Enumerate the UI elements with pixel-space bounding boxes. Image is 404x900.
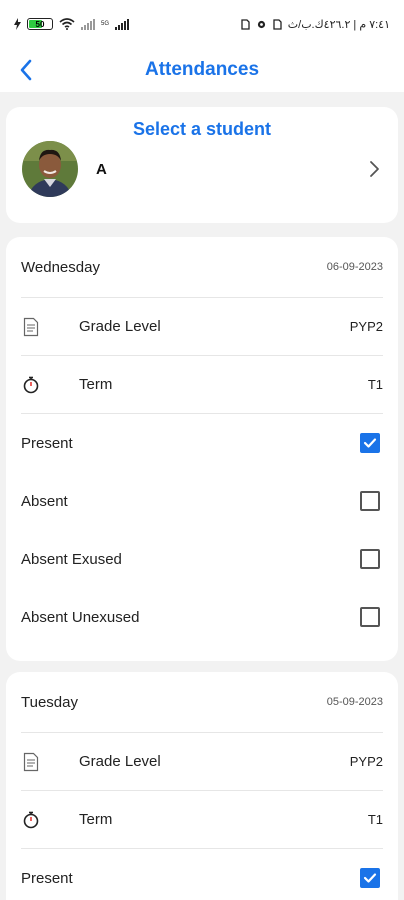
day-header: Wednesday 06-09-2023: [21, 237, 383, 298]
term-value: T1: [367, 812, 383, 827]
signal-icon-sim1: [81, 18, 95, 30]
sim-icon: [241, 18, 250, 30]
absent-unexcused-label: Absent Unexused: [21, 608, 140, 626]
grade-level-value: PYP2: [349, 319, 383, 334]
grade-level-row: Grade Level PYP2: [21, 733, 383, 791]
term-row: Term T1: [21, 791, 383, 849]
absent-option-row: Absent: [21, 472, 383, 530]
day-name: Tuesday: [21, 693, 78, 711]
back-button[interactable]: [12, 56, 40, 84]
sim-icon-2: [273, 18, 282, 30]
present-label: Present: [21, 869, 73, 887]
battery-level: 50: [35, 19, 45, 29]
stopwatch-icon: [21, 810, 41, 830]
status-time: ٧:٤١ م | ٤٢٦.٢ك.ب/ث: [287, 18, 390, 31]
check-icon: [363, 438, 377, 448]
present-label: Present: [21, 434, 73, 452]
day-header: Tuesday 05-09-2023: [21, 672, 383, 733]
status-bar: 50 5G ٧:٤١ م | ٤٢٦.٢ك.ب/ث: [0, 0, 404, 48]
absent-excused-label: Absent Exused: [21, 550, 122, 568]
present-checkbox[interactable]: [360, 868, 380, 888]
student-select-card: Select a student A: [6, 107, 398, 223]
term-row: Term T1: [21, 356, 383, 414]
absent-excused-checkbox[interactable]: [360, 549, 380, 569]
page-title: Attendances: [144, 59, 260, 80]
app-bar: Attendances: [0, 48, 404, 92]
settings-icon: [257, 20, 265, 28]
present-option-row: Present: [21, 414, 383, 472]
student-avatar: [22, 141, 78, 197]
term-value: T1: [367, 377, 383, 392]
grade-level-value: PYP2: [349, 754, 383, 769]
check-icon: [363, 873, 377, 883]
grade-level-row: Grade Level PYP2: [21, 298, 383, 356]
day-name: Wednesday: [21, 258, 100, 276]
present-option-row: Present: [21, 849, 383, 900]
grade-level-label: Grade Level: [79, 318, 161, 335]
network-type: 5G: [101, 21, 110, 27]
attendance-card: Tuesday 05-09-2023 Grade Level PYP2 Term…: [6, 672, 398, 900]
status-right: ٧:٤١ م | ٤٢٦.٢ك.ب/ث: [241, 18, 390, 31]
absent-unexcused-checkbox[interactable]: [360, 607, 380, 627]
absent-label: Absent: [21, 492, 68, 510]
absent-unexcused-option-row: Absent Unexused: [21, 588, 383, 646]
absent-excused-option-row: Absent Exused: [21, 530, 383, 588]
signal-icon-sim2: [115, 18, 130, 30]
select-student-title: Select a student: [132, 119, 272, 139]
attendance-card: Wednesday 06-09-2023 Grade Level PYP2 Te…: [6, 237, 398, 661]
chevron-left-icon: [20, 59, 32, 81]
day-date: 05-09-2023: [326, 696, 383, 708]
absent-checkbox[interactable]: [360, 491, 380, 511]
grade-level-label: Grade Level: [79, 753, 161, 770]
battery-icon: 50: [27, 18, 53, 30]
student-name: A: [96, 160, 107, 178]
document-icon: [21, 752, 41, 772]
status-left: 50 5G: [14, 18, 130, 30]
term-label: Term: [79, 376, 113, 393]
document-icon: [21, 317, 41, 337]
present-checkbox[interactable]: [360, 433, 380, 453]
wifi-icon: [59, 18, 75, 30]
day-date: 06-09-2023: [326, 261, 383, 273]
chevron-right-icon: [370, 161, 379, 177]
charging-icon: [14, 18, 21, 30]
student-selector[interactable]: A: [6, 139, 398, 199]
term-label: Term: [79, 811, 113, 828]
stopwatch-icon: [21, 375, 41, 395]
